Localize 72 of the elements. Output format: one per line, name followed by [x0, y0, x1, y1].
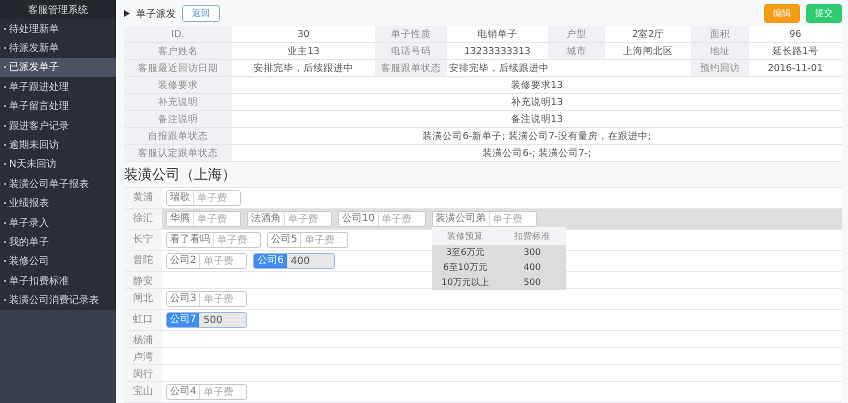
sidebar-item[interactable]: 待派发新单 — [0, 38, 116, 58]
sidebar-item[interactable]: 装潢公司消费记录表 — [0, 290, 116, 310]
sidebar-item[interactable]: 已派发单子 — [0, 58, 116, 78]
table-cell-text: 3至6万元 — [445, 247, 486, 259]
company-fee-field[interactable]: 瑞歌 单子费 — [166, 190, 241, 206]
field-label: 自报跟单状态 — [124, 128, 232, 144]
company-fee-field[interactable]: 公司4 单子费 — [166, 384, 248, 400]
field-value: 装潢公司6-; 装潢公司7-; — [232, 144, 842, 162]
field-label: 面积 — [691, 26, 749, 42]
company-fee-field[interactable]: 装潢公司弟 单子费 — [432, 211, 537, 227]
page-title: 单子派发 — [136, 8, 176, 20]
section-heading: 装潢公司（上海） — [124, 166, 237, 185]
company-fee-field[interactable]: 法酒角 单子费 — [247, 211, 332, 227]
field-value: 96 — [748, 26, 842, 42]
field-value: 电销单子 — [447, 26, 548, 42]
table-cell-text: 300 — [522, 248, 542, 258]
company-fee-field[interactable]: 华腾 单子费 — [166, 211, 241, 227]
company-fee-field[interactable]: 公司6 400 — [253, 253, 335, 269]
company-fee-field[interactable]: 公司10 单子费 — [338, 211, 426, 227]
field-value: 2016-11-01 — [748, 60, 842, 76]
back-button[interactable]: 返回 — [182, 5, 220, 22]
sidebar-item[interactable]: 我的单子 — [0, 232, 116, 252]
field-label: 户型 — [548, 26, 606, 42]
field-value: 上海闸北区 — [605, 42, 692, 60]
table-cell-text: 6至10万元 — [442, 262, 488, 274]
field-label: 客服跟单状态 — [375, 60, 448, 76]
field-label: 地址 — [691, 42, 749, 60]
triangle-icon — [124, 10, 130, 17]
field-label: 装修要求 — [124, 77, 232, 94]
field-label: 备注说明 — [124, 110, 232, 128]
field-value: 30 — [232, 26, 376, 42]
table-cell-text: 500 — [522, 278, 542, 288]
sidebar-item[interactable]: N天未回访 — [0, 154, 116, 174]
company-fee-field[interactable]: 公司5 单子费 — [267, 232, 348, 248]
column-header: 扣费标准 — [513, 230, 552, 242]
company-fee-field[interactable]: 公司3 单子费 — [166, 291, 248, 307]
column-header: 装修预算 — [446, 230, 484, 242]
company-fee-field[interactable]: 公司2 单子费 — [166, 253, 248, 269]
field-value: 安排完毕，后续跟进中 — [447, 60, 548, 76]
sidebar-item[interactable]: 跟进客户记录 — [0, 116, 116, 136]
company-fee-field[interactable]: 公司7 500 — [166, 312, 248, 328]
field-label: 客服最近回访日期 — [124, 60, 232, 76]
sidebar-item[interactable]: 待处理新单 — [0, 19, 116, 38]
field-value: 装修要求13 — [232, 77, 842, 94]
sidebar-item[interactable]: 装修公司 — [0, 252, 116, 272]
table-cell-text: 10万元以上 — [440, 276, 490, 289]
field-label: 电话号码 — [375, 42, 448, 60]
field-value: 延长路1号 — [748, 42, 842, 60]
field-value: 装潢公司6-新单子; 装潢公司7-没有量房，在跟进中; — [232, 128, 842, 144]
company-fee-field[interactable]: 看了看吗 单子费 — [166, 232, 261, 248]
field-label: 单子性质 — [375, 26, 448, 42]
field-value: 备注说明13 — [232, 110, 842, 128]
sidebar-item[interactable]: 逾期未回访 — [0, 135, 116, 155]
field-label: 补充说明 — [124, 94, 232, 110]
sidebar-item[interactable]: 单子留言处理 — [0, 96, 116, 116]
field-value: 2室2厅 — [605, 26, 692, 42]
app-title: 客服管理系统 — [0, 0, 116, 19]
field-label: 客服认定跟单状态 — [124, 144, 232, 162]
field-label: 客户姓名 — [124, 42, 232, 60]
field-label: 预约回访 — [691, 60, 749, 76]
field-label: 城市 — [548, 42, 606, 60]
sidebar-item[interactable]: 单子录入 — [0, 212, 116, 232]
table-cell-text: 400 — [522, 262, 542, 272]
field-value: 业主13 — [232, 42, 376, 60]
field-value: 补充说明13 — [232, 94, 842, 110]
sidebar-item[interactable]: 装潢公司单子报表 — [0, 174, 116, 194]
sidebar-item[interactable]: 单子扣费标准 — [0, 271, 116, 290]
field-value: 13233333313 — [447, 42, 548, 60]
field-label: ID. — [124, 26, 232, 42]
field-value: 安排完毕，后续跟进中 — [232, 60, 376, 76]
sidebar-item[interactable]: 单子跟进处理 — [0, 77, 116, 97]
sidebar-item[interactable]: 业绩报表 — [0, 194, 116, 213]
